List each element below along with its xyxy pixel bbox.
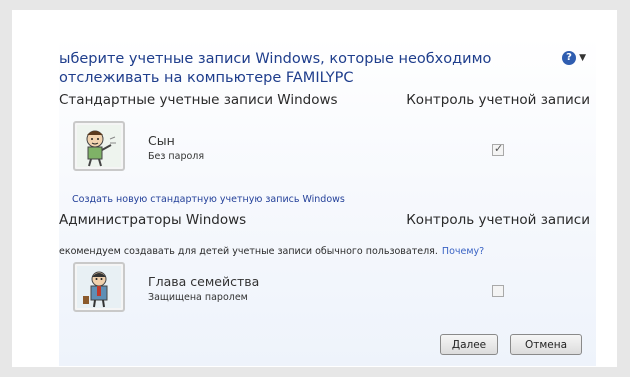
monitor-checkbox-son[interactable] — [492, 142, 504, 156]
child-picture-icon — [77, 125, 121, 167]
dialog-heading: ыберите учетные записи Windows, которые … — [59, 50, 529, 88]
help-icon[interactable]: ? — [562, 51, 577, 65]
why-link[interactable]: Почему? — [442, 246, 484, 257]
admin-accounts-header: Администраторы Windows Контроль учетной … — [59, 212, 596, 228]
standard-accounts-title: Стандартные учетные записи Windows — [59, 92, 338, 108]
account-row-head-of-family[interactable]: Глава семейства Защищена паролем — [73, 262, 583, 318]
account-password-status: Без пароля — [148, 151, 205, 162]
standard-accounts-header: Стандартные учетные записи Windows Контр… — [59, 92, 596, 108]
user-avatar-head-of-family — [73, 262, 125, 312]
dialog-heading-line1: ыберите учетные записи Windows, которые … — [59, 51, 492, 67]
admin-accounts-title: Администраторы Windows — [59, 212, 247, 228]
cancel-button[interactable]: Отмена — [510, 334, 582, 355]
account-row-son[interactable]: Сын Без пароля — [73, 121, 583, 177]
adult-picture-icon — [77, 266, 121, 308]
admin-control-column-label: Контроль учетной записи — [406, 212, 590, 228]
account-name: Глава семейства — [148, 274, 260, 289]
dialog-heading-line2: отслеживать на компьютере FAMILYPC — [59, 70, 354, 86]
recommendation-message: екомендуем создавать для детей учетные з… — [59, 246, 438, 257]
standard-control-column-label: Контроль учетной записи — [406, 92, 590, 108]
help-menu[interactable]: ? ▼ — [562, 51, 586, 65]
parental-control-dialog: ыберите учетные записи Windows, которые … — [59, 36, 596, 366]
recommendation-text: екомендуем создавать для детей учетные з… — [59, 246, 484, 257]
user-avatar-son — [73, 121, 125, 171]
chevron-down-icon[interactable]: ▼ — [579, 53, 586, 63]
screenshot-frame: ыберите учетные записи Windows, которые … — [12, 10, 617, 367]
monitor-checkbox-head-of-family[interactable] — [492, 285, 504, 297]
next-button[interactable]: Далее — [440, 334, 498, 355]
create-standard-account-link[interactable]: Создать новую стандартную учетную запись… — [72, 194, 345, 205]
account-password-status: Защищена паролем — [148, 292, 248, 303]
account-name: Сын — [148, 133, 175, 148]
